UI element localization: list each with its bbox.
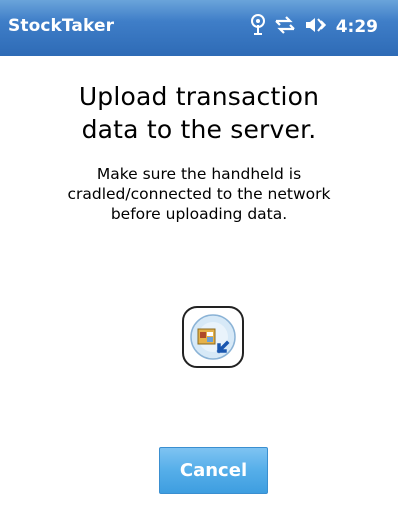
- message-line: before uploading data.: [110, 205, 288, 223]
- message-line: cradled/connected to the network: [67, 185, 331, 203]
- title-bar: StockTaker 4:29: [0, 0, 398, 56]
- cancel-button[interactable]: Cancel: [159, 447, 268, 494]
- status-tray: 4:29: [250, 14, 378, 40]
- heading-line: Upload transaction: [78, 82, 320, 111]
- heading-line: data to the server.: [81, 115, 317, 144]
- app-title: StockTaker: [8, 16, 115, 36]
- upload-data-icon[interactable]: [181, 305, 245, 369]
- antenna-icon[interactable]: [250, 13, 266, 41]
- instructions-text: Make sure the handheld is cradled/connec…: [0, 164, 398, 224]
- volume-icon[interactable]: [304, 15, 326, 39]
- clock[interactable]: 4:29: [336, 17, 378, 37]
- message-line: Make sure the handheld is: [96, 165, 302, 183]
- page-heading: Upload transaction data to the server.: [0, 80, 398, 146]
- connectivity-icon[interactable]: [274, 15, 296, 39]
